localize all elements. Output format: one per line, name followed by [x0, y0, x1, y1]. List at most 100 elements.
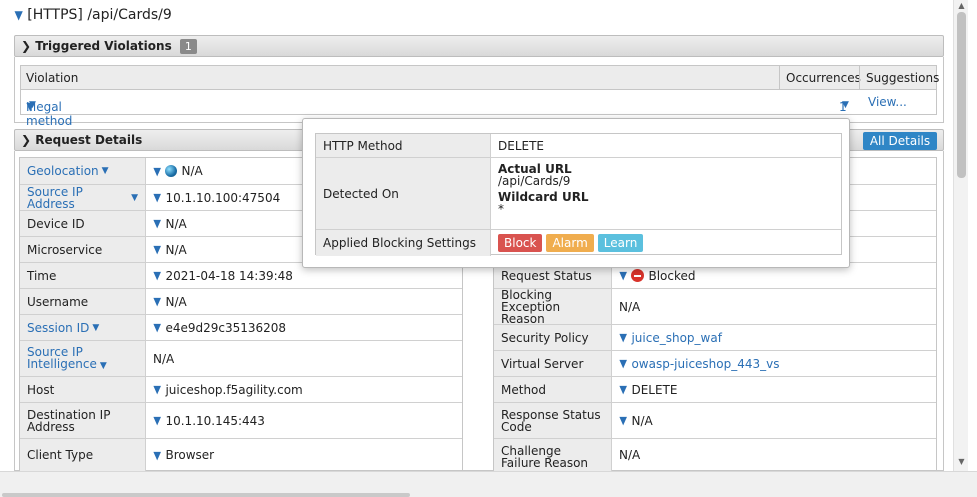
filter-icon[interactable]: ▼ — [153, 269, 161, 282]
vertical-scrollbar[interactable]: ▲ ▼ — [953, 0, 968, 471]
violation-details-popup: HTTP Method DELETE Detected On Actual UR… — [302, 118, 850, 268]
response-status-label: Response Status Code — [494, 403, 612, 438]
filter-icon[interactable]: ▼ — [153, 449, 161, 462]
username-label: Username — [20, 289, 146, 314]
detail-row-username: Username ▼ N/A — [20, 289, 462, 315]
wildcard-url-label: Wildcard URL — [498, 190, 589, 204]
filter-icon[interactable]: ▼ — [153, 217, 161, 230]
bottom-bar — [0, 471, 977, 497]
detail-row-security-policy: Security Policy ▼ juice_shop_waf — [494, 325, 936, 351]
collapse-chevron-icon: ❯ — [21, 39, 32, 53]
dropdown-caret-icon: ▼ — [29, 100, 36, 110]
collapse-chevron-icon: ❯ — [21, 133, 32, 147]
detail-row-ip-intelligence: Source IP Intelligence ▼ N/A — [20, 341, 462, 377]
filter-icon[interactable]: ▼ — [619, 357, 627, 370]
violations-table-header: Violation Occurrences Suggestions — [21, 66, 939, 90]
globe-icon — [165, 165, 178, 177]
learn-badge: Learn — [597, 234, 644, 252]
detail-row-response-status: Response Status Code ▼ N/A — [494, 403, 936, 439]
section-title: Triggered Violations — [35, 39, 172, 53]
actual-url-value: /api/Cards/9 — [498, 174, 571, 188]
method-value: DELETE — [631, 382, 678, 397]
scroll-down-arrow-icon[interactable]: ▼ — [954, 457, 969, 466]
security-policy-label: Security Policy — [494, 325, 612, 350]
microservice-label: Microservice — [20, 237, 146, 262]
source-ip-label[interactable]: Source IP Address ▼ — [20, 185, 146, 210]
security-policy-link[interactable]: juice_shop_waf — [631, 331, 721, 345]
dropdown-caret-icon: ▼ — [131, 192, 138, 203]
client-type-label: Client Type — [20, 439, 146, 471]
popup-table: HTTP Method DELETE Detected On Actual UR… — [315, 133, 842, 256]
blocking-settings-label: Applied Blocking Settings — [316, 230, 491, 256]
column-header-suggestions[interactable]: Suggestions — [866, 71, 939, 85]
filter-icon[interactable]: ▼ — [153, 165, 161, 178]
destination-ip-label: Destination IP Address — [20, 403, 146, 438]
blocking-exception-value: N/A — [619, 299, 641, 314]
page-title: ▼ [HTTPS] /api/Cards/9 — [14, 7, 172, 23]
filter-icon[interactable]: ▼ — [619, 331, 627, 344]
section-title: Request Details — [35, 133, 143, 147]
violations-table: Violation Occurrences Suggestions ▼ Illeg… — [20, 65, 939, 128]
detail-row-destination-ip: Destination IP Address ▼ 10.1.10.145:443 — [20, 403, 462, 439]
dropdown-caret-icon: ▼ — [842, 100, 849, 110]
destination-ip-value: 10.1.10.145:443 — [165, 413, 265, 428]
all-details-button[interactable]: All Details — [863, 132, 937, 150]
filter-icon[interactable]: ▼ — [619, 269, 627, 282]
geolocation-label[interactable]: Geolocation ▼ — [20, 158, 146, 184]
violation-row: ▼ Illegal method ▼ 1 ▼ View... — [26, 95, 907, 128]
scroll-thumb[interactable] — [957, 12, 966, 178]
triggered-violations-header[interactable]: ❯ Triggered Violations 1 — [14, 35, 944, 57]
block-badge: Block — [498, 234, 543, 252]
session-id-label[interactable]: Session ID ▼ — [20, 315, 146, 340]
blocking-exception-label: Blocking Exception Reason — [494, 289, 612, 325]
suggestions-view-link[interactable]: View... — [868, 95, 907, 109]
method-label: Method — [494, 377, 612, 402]
filter-icon[interactable]: ▼ — [619, 414, 627, 427]
filter-icon[interactable]: ▼ — [14, 8, 22, 22]
host-label: Host — [20, 377, 146, 402]
alarm-badge: Alarm — [546, 234, 594, 252]
detail-row-client-type: Client Type ▼ Browser — [20, 439, 462, 472]
filter-icon[interactable]: ▼ — [153, 383, 161, 396]
scroll-up-arrow-icon[interactable]: ▲ — [954, 1, 969, 10]
http-method-value: DELETE — [498, 138, 545, 153]
detail-row-session-id: Session ID ▼ ▼ e4e9d29c35136208 — [20, 315, 462, 341]
filter-icon[interactable]: ▼ — [153, 191, 161, 204]
virtual-server-label: Virtual Server — [494, 351, 612, 376]
detail-row-virtual-server: Virtual Server ▼ owasp-juiceshop_443_vs — [494, 351, 936, 377]
page-title-text: [HTTPS] /api/Cards/9 — [27, 7, 172, 23]
popup-row-blocking-settings: Applied Blocking Settings Block Alarm Le… — [316, 230, 841, 256]
filter-icon[interactable]: ▼ — [153, 295, 161, 308]
response-status-value: N/A — [631, 413, 653, 428]
ip-intelligence-value: N/A — [153, 351, 175, 366]
device-id-value: N/A — [165, 216, 187, 231]
detected-on-label: Detected On — [316, 158, 491, 229]
filter-icon[interactable]: ▼ — [619, 383, 627, 396]
filter-icon[interactable]: ▼ — [153, 414, 161, 427]
dropdown-caret-icon: ▼ — [92, 322, 100, 333]
popup-row-detected-on: Detected On Actual URL /api/Cards/9 Wild… — [316, 158, 841, 230]
challenge-failure-value: N/A — [619, 448, 641, 462]
ip-intelligence-label[interactable]: Source IP Intelligence ▼ — [20, 341, 146, 376]
detail-row-host: Host ▼ juiceshop.f5agility.com — [20, 377, 462, 403]
column-header-occurrences[interactable]: Occurrences — [786, 71, 861, 85]
wildcard-url-value: * — [498, 202, 504, 216]
request-status-value: Blocked — [648, 268, 696, 283]
popup-row-http-method: HTTP Method DELETE — [316, 134, 841, 158]
violation-count-badge: 1 — [179, 39, 197, 54]
filter-icon[interactable]: ▼ — [153, 321, 161, 334]
challenge-failure-label: Challenge Failure Reason — [494, 439, 612, 471]
geolocation-value: N/A — [181, 164, 203, 178]
detail-row-method: Method ▼ DELETE — [494, 377, 936, 403]
source-ip-value: 10.1.10.100:47504 — [165, 190, 281, 205]
horizontal-scrollbar[interactable] — [2, 493, 410, 497]
detail-row-challenge-failure: Challenge Failure Reason N/A — [494, 439, 936, 472]
dropdown-caret-icon: ▼ — [99, 360, 107, 371]
time-value: 2021-04-18 14:39:48 — [165, 268, 293, 283]
microservice-value: N/A — [165, 242, 187, 257]
virtual-server-link[interactable]: owasp-juiceshop_443_vs — [631, 357, 779, 371]
username-value: N/A — [165, 294, 187, 309]
column-header-violation[interactable]: Violation — [26, 71, 78, 85]
dropdown-caret-icon: ▼ — [101, 166, 109, 176]
filter-icon[interactable]: ▼ — [153, 243, 161, 256]
